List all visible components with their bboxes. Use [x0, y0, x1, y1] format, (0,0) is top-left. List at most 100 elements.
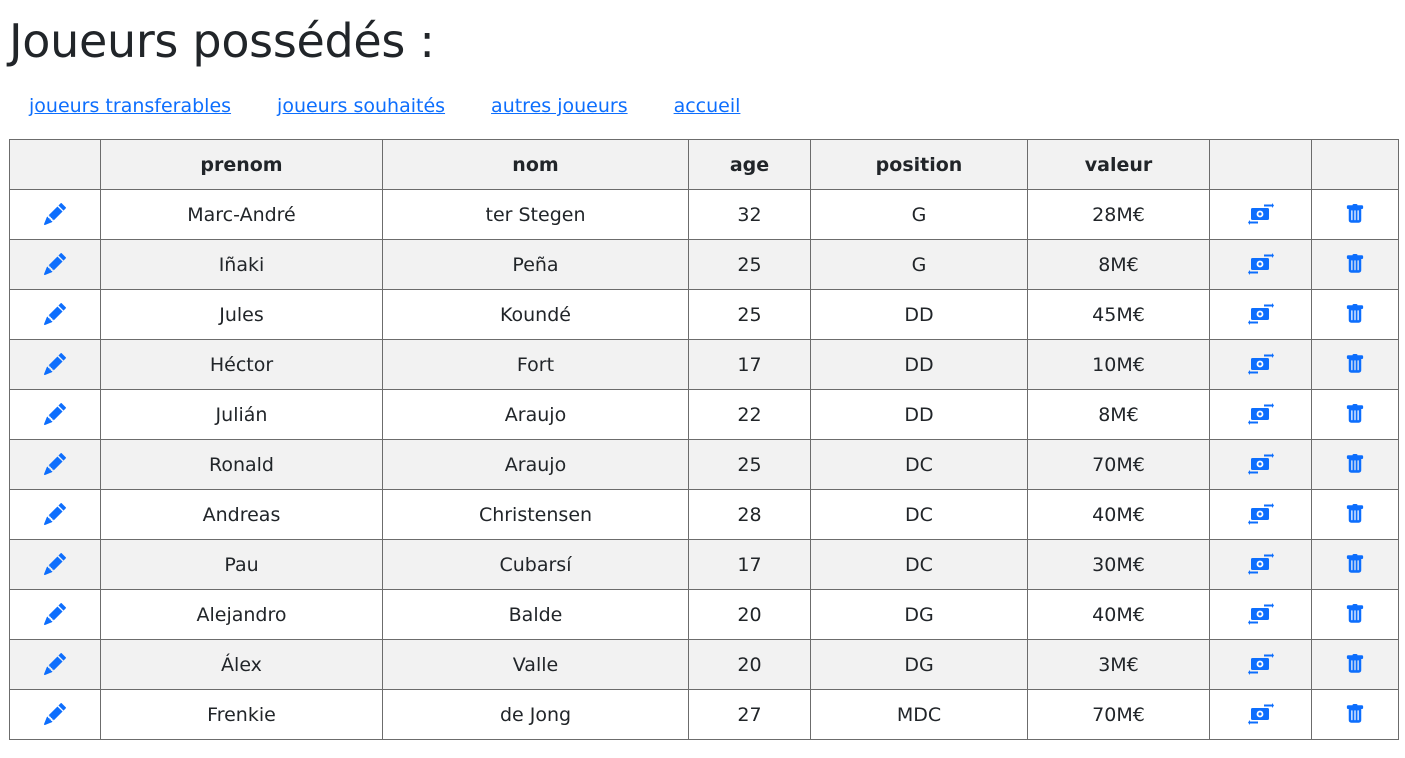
- pencil-icon[interactable]: [40, 299, 70, 329]
- nav-link-transferables[interactable]: joueurs transferables: [29, 93, 231, 119]
- money-transfer-icon[interactable]: [1246, 649, 1276, 679]
- edit-cell: [9, 639, 101, 690]
- edit-cell: [9, 689, 101, 740]
- cell-nom: de Jong: [382, 689, 689, 740]
- cell-age: 25: [688, 239, 811, 290]
- cell-position: DC: [810, 489, 1028, 540]
- money-transfer-icon[interactable]: [1246, 699, 1276, 729]
- cell-valeur: 8M€: [1027, 239, 1210, 290]
- pencil-icon[interactable]: [40, 599, 70, 629]
- header-valeur: valeur: [1027, 139, 1210, 190]
- cell-age: 22: [688, 389, 811, 440]
- cell-valeur: 8M€: [1027, 389, 1210, 440]
- cell-nom: Fort: [382, 339, 689, 390]
- money-transfer-icon[interactable]: [1246, 399, 1276, 429]
- trash-icon[interactable]: [1340, 699, 1370, 729]
- edit-cell: [9, 539, 101, 590]
- trash-icon[interactable]: [1340, 499, 1370, 529]
- cell-nom: Christensen: [382, 489, 689, 540]
- cell-nom: Peña: [382, 239, 689, 290]
- transfer-cell: [1209, 489, 1312, 540]
- transfer-cell: [1209, 289, 1312, 340]
- money-transfer-icon[interactable]: [1246, 449, 1276, 479]
- money-transfer-icon[interactable]: [1246, 549, 1276, 579]
- cell-nom: Cubarsí: [382, 539, 689, 590]
- transfer-cell: [1209, 689, 1312, 740]
- table-row: Julián Araujo 22 DD 8M€: [9, 389, 1399, 440]
- cell-age: 20: [688, 639, 811, 690]
- trash-icon[interactable]: [1340, 299, 1370, 329]
- header-age: age: [688, 139, 811, 190]
- cell-position: DG: [810, 639, 1028, 690]
- trash-icon[interactable]: [1340, 249, 1370, 279]
- cell-nom: ter Stegen: [382, 189, 689, 240]
- pencil-icon[interactable]: [40, 549, 70, 579]
- header-delete: [1311, 139, 1399, 190]
- money-transfer-icon[interactable]: [1246, 499, 1276, 529]
- table-row: Ronald Araujo 25 DC 70M€: [9, 439, 1399, 490]
- trash-icon[interactable]: [1340, 199, 1370, 229]
- edit-cell: [9, 489, 101, 540]
- nav-links: joueurs transferables joueurs souhaités …: [29, 93, 740, 119]
- table-body: Marc-André ter Stegen 32 G 28M€ Iñaki Pe…: [9, 189, 1399, 740]
- cell-prenom: Pau: [100, 539, 383, 590]
- money-transfer-icon[interactable]: [1246, 299, 1276, 329]
- cell-prenom: Frenkie: [100, 689, 383, 740]
- cell-valeur: 40M€: [1027, 589, 1210, 640]
- trash-icon[interactable]: [1340, 599, 1370, 629]
- nav-link-autres-joueurs[interactable]: autres joueurs: [491, 93, 628, 119]
- cell-age: 25: [688, 289, 811, 340]
- delete-cell: [1311, 539, 1399, 590]
- pencil-icon[interactable]: [40, 199, 70, 229]
- delete-cell: [1311, 239, 1399, 290]
- cell-valeur: 70M€: [1027, 439, 1210, 490]
- table-row: Pau Cubarsí 17 DC 30M€: [9, 539, 1399, 590]
- trash-icon[interactable]: [1340, 549, 1370, 579]
- trash-icon[interactable]: [1340, 349, 1370, 379]
- delete-cell: [1311, 489, 1399, 540]
- pencil-icon[interactable]: [40, 399, 70, 429]
- table-row: Alejandro Balde 20 DG 40M€: [9, 589, 1399, 640]
- delete-cell: [1311, 689, 1399, 740]
- table-row: Frenkie de Jong 27 MDC 70M€: [9, 689, 1399, 740]
- edit-cell: [9, 239, 101, 290]
- nav-link-souhaites[interactable]: joueurs souhaités: [277, 93, 445, 119]
- money-transfer-icon[interactable]: [1246, 349, 1276, 379]
- cell-position: DD: [810, 289, 1028, 340]
- transfer-cell: [1209, 639, 1312, 690]
- table-row: Álex Valle 20 DG 3M€: [9, 639, 1399, 690]
- delete-cell: [1311, 339, 1399, 390]
- cell-nom: Valle: [382, 639, 689, 690]
- edit-cell: [9, 339, 101, 390]
- table-row: Marc-André ter Stegen 32 G 28M€: [9, 189, 1399, 240]
- cell-age: 20: [688, 589, 811, 640]
- money-transfer-icon[interactable]: [1246, 199, 1276, 229]
- transfer-cell: [1209, 589, 1312, 640]
- delete-cell: [1311, 189, 1399, 240]
- trash-icon[interactable]: [1340, 649, 1370, 679]
- cell-age: 25: [688, 439, 811, 490]
- cell-valeur: 45M€: [1027, 289, 1210, 340]
- cell-position: MDC: [810, 689, 1028, 740]
- header-nom: nom: [382, 139, 689, 190]
- cell-nom: Koundé: [382, 289, 689, 340]
- edit-cell: [9, 589, 101, 640]
- money-transfer-icon[interactable]: [1246, 599, 1276, 629]
- table-header-row: prenom nom age position valeur: [9, 139, 1399, 190]
- pencil-icon[interactable]: [40, 349, 70, 379]
- pencil-icon[interactable]: [40, 499, 70, 529]
- money-transfer-icon[interactable]: [1246, 249, 1276, 279]
- edit-cell: [9, 189, 101, 240]
- cell-position: DG: [810, 589, 1028, 640]
- delete-cell: [1311, 389, 1399, 440]
- trash-icon[interactable]: [1340, 449, 1370, 479]
- cell-nom: Araujo: [382, 389, 689, 440]
- pencil-icon[interactable]: [40, 249, 70, 279]
- trash-icon[interactable]: [1340, 399, 1370, 429]
- pencil-icon[interactable]: [40, 699, 70, 729]
- edit-cell: [9, 289, 101, 340]
- transfer-cell: [1209, 439, 1312, 490]
- pencil-icon[interactable]: [40, 449, 70, 479]
- pencil-icon[interactable]: [40, 649, 70, 679]
- nav-link-accueil[interactable]: accueil: [674, 93, 741, 119]
